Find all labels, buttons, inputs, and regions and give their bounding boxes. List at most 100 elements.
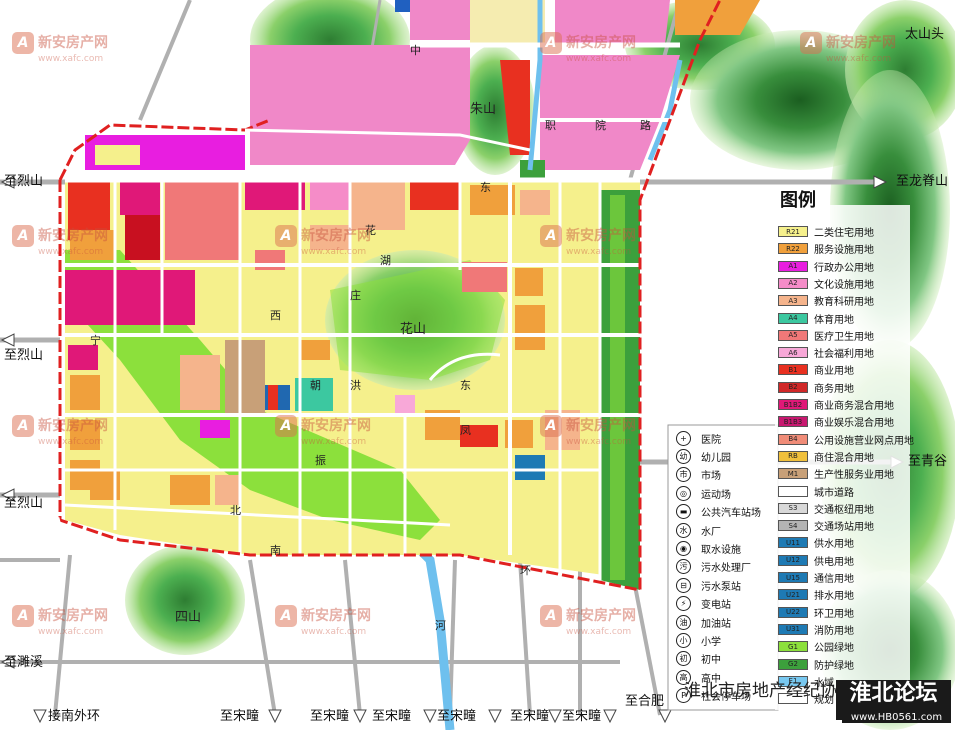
legend-label: 商务用地: [814, 383, 854, 395]
legend-label: 供电用地: [814, 556, 854, 568]
road-char: 西: [270, 309, 281, 322]
legend-item: A4 体育用地: [778, 311, 854, 326]
road-char: 环: [520, 564, 531, 577]
road-char: 河: [435, 619, 446, 632]
legend-item: B1 商业用地: [778, 362, 854, 377]
road-char: 宁: [90, 334, 101, 347]
legend-item: B2 商务用地: [778, 380, 854, 395]
legend-swatch: S4: [778, 520, 808, 532]
symbol-label: 取水设施: [701, 544, 741, 556]
legend-swatch: U11: [778, 537, 808, 549]
legend-swatch: U21: [778, 589, 808, 601]
road-char: 朝: [310, 379, 321, 392]
hill-label-huashan: 花山: [400, 322, 427, 337]
legend-label: 交通场站用地: [814, 522, 874, 534]
symbol-item: 水水厂: [676, 522, 721, 538]
legend-swatch: U12: [778, 554, 808, 566]
facility-icon: 市: [676, 467, 691, 483]
footer-association: 淮北市房地产经纪协会: [684, 681, 854, 701]
facility-icon: 油: [676, 614, 691, 630]
symbol-label: 初中: [701, 655, 721, 667]
legend-swatch: R22: [778, 243, 808, 255]
legend-swatch: U15: [778, 572, 808, 583]
legend-item: U21 排水用地: [778, 587, 854, 602]
symbol-item: 污污水处理厂: [676, 559, 751, 575]
watermark: A 新安房产网 www.xafc.com: [540, 415, 636, 447]
legend-label: 行政办公用地: [814, 262, 874, 274]
legend-item: A5 医疗卫生用地: [778, 328, 874, 343]
direction-label-lieshan-2: 至烈山: [4, 348, 44, 363]
legend-swatch: A1: [778, 260, 808, 272]
legend-label: 供水用地: [814, 539, 854, 551]
symbol-item: 油加油站: [676, 614, 731, 630]
watermark: A 新安房产网 www.xafc.com: [12, 32, 108, 64]
legend-title: 图例: [780, 190, 816, 211]
legend-swatch: S3: [778, 502, 808, 514]
legend-item: B1B2 商业商务混合用地: [778, 397, 894, 412]
facility-icon: 幼: [676, 448, 691, 464]
direction-label-songtong-1: 至宋疃: [220, 709, 260, 724]
symbol-label: 医院: [701, 434, 721, 446]
symbol-label: 小学: [701, 636, 721, 648]
legend-label: 公园绿地: [814, 643, 854, 655]
legend-item: G2 防护绿地: [778, 657, 854, 672]
watermark: A 新安房产网 www.xafc.com: [540, 225, 636, 257]
legend-item: RB 商住混合用地: [778, 449, 874, 464]
legend-label: 防护绿地: [814, 660, 854, 672]
legend-item: B1B3 商业娱乐混合用地: [778, 414, 894, 429]
legend-label: 二类住宅用地: [814, 228, 874, 239]
legend-item: M1 生产性服务业用地: [778, 466, 894, 481]
direction-label-lieshan-3: 至烈山: [4, 496, 44, 511]
road-char: 庄: [350, 289, 361, 302]
symbol-item: 初初中: [676, 651, 721, 667]
symbol-label: 公共汽车站场: [701, 508, 761, 520]
legend-label: 消防用地: [814, 625, 854, 637]
direction-label-songtong-2: 至宋疃: [310, 709, 350, 724]
symbol-label: 污水泵站: [701, 581, 741, 593]
symbol-item: 市市场: [676, 467, 721, 483]
facility-icon: 水: [676, 522, 691, 538]
road-char: 院: [595, 119, 606, 132]
legend-swatch: B2: [778, 381, 808, 393]
legend-label: 社会福利用地: [814, 349, 874, 361]
legend-swatch: B1B2: [778, 399, 808, 410]
legend-label: 排水用地: [814, 591, 854, 603]
facility-icon: ◉: [676, 540, 691, 556]
legend-label: 通信用地: [814, 574, 854, 585]
symbol-label: 幼儿园: [701, 452, 731, 464]
facility-icon: +: [676, 430, 691, 446]
symbol-item: ⚡ 变电站: [676, 596, 731, 612]
legend-label: 医疗卫生用地: [814, 331, 874, 343]
direction-label-lieshan-1: 至烈山: [4, 174, 44, 189]
legend-item: R21 二类住宅用地: [778, 224, 874, 239]
symbol-label: 市场: [701, 471, 721, 483]
watermark: A 新安房产网 www.xafc.com: [275, 225, 371, 257]
symbol-item: 幼幼儿园: [676, 448, 731, 464]
road-char: 职: [545, 119, 556, 132]
legend-label: 环卫用地: [814, 608, 854, 620]
legend-swatch: R21: [778, 226, 808, 237]
direction-label-jienan: 接南外环: [48, 709, 101, 724]
symbol-item: ⊟ 污水泵站: [676, 577, 741, 593]
legend-item: S3 交通枢纽用地: [778, 501, 874, 516]
legend-label: 服务设施用地: [814, 245, 874, 257]
legend-label: 体育用地: [814, 314, 854, 326]
legend-item: G1 公园绿地: [778, 639, 854, 654]
legend-item: S4 交通场站用地: [778, 518, 874, 533]
legend-item: B4 公用设施营业网点用地: [778, 432, 914, 447]
legend-swatch: [778, 485, 808, 497]
legend-swatch: A5: [778, 329, 808, 341]
road-char: 东: [480, 181, 491, 194]
watermark: A 新安房产网 www.xafc.com: [540, 605, 636, 637]
legend-swatch: G2: [778, 658, 808, 670]
legend-swatch: U22: [778, 606, 808, 618]
legend-swatch: U31: [778, 623, 808, 635]
road-char: 南: [270, 544, 281, 557]
facility-icon: 小: [676, 632, 691, 648]
legend-item: A1 行政办公用地: [778, 259, 874, 274]
legend-label: 教育科研用地: [814, 297, 874, 309]
facility-icon: 初: [676, 651, 691, 667]
legend-swatch: M1: [778, 468, 808, 480]
legend-swatch: G1: [778, 641, 808, 653]
road-char: 振: [315, 454, 326, 467]
